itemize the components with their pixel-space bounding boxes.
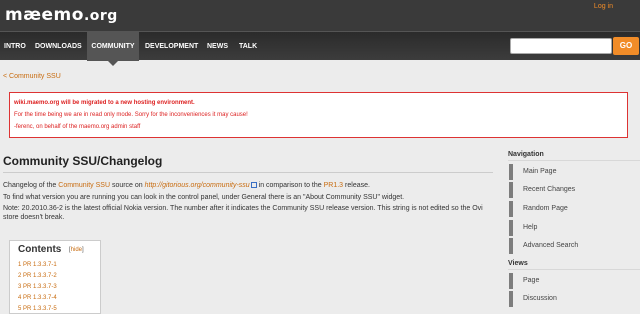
toc-item[interactable]: 2 PR 1.3.3.7-2 [18, 273, 57, 279]
sidebar-item-label: Recent Changes [523, 186, 576, 193]
intro-text-a: Changelog of the [3, 182, 59, 189]
pr13-link[interactable]: PR1.3 [324, 182, 343, 189]
toc-hide-close: ] [82, 247, 84, 253]
toc-item[interactable]: 5 PR 1.3.3.7-5 [18, 306, 57, 312]
community-ssu-link[interactable]: Community SSU [58, 182, 110, 189]
sidebar-item-page[interactable]: Page [509, 273, 640, 289]
sidebar-item-label: Help [523, 224, 538, 231]
sidebar-item-label: Discussion [523, 295, 557, 302]
title-divider [3, 172, 493, 173]
toc-item[interactable]: 1 PR 1.3.3.7-1 [18, 262, 57, 268]
sidebar-item-advanced-search[interactable]: Advanced Search [509, 238, 640, 254]
toc-title: Contents [18, 244, 62, 255]
search-go-button[interactable]: GO [613, 37, 639, 55]
notice-line-3: -ferenc, on behalf of the maemo.org admi… [14, 124, 141, 130]
sidebar-item-random-page[interactable]: Random Page [509, 201, 640, 217]
notice-line-2: For the time being we are in read only m… [14, 112, 248, 118]
sidebar-item-label: Advanced Search [523, 242, 579, 249]
page-title: Community SSU/Changelog [3, 154, 163, 168]
nav-development[interactable]: DEVELOPMENT [141, 32, 202, 61]
notice-line-1: wiki.maemo.org will be migrated to a new… [14, 100, 195, 106]
sidebar-item-recent-changes[interactable]: Recent Changes [509, 182, 640, 198]
nav-community[interactable]: COMMUNITY [87, 32, 139, 66]
toc-hide-link[interactable]: hide [71, 247, 82, 253]
table-of-contents: Contents [hide] 1 PR 1.3.3.7-1 2 PR 1.3.… [9, 240, 101, 314]
views-heading: Views [508, 260, 528, 267]
navigation-heading: Navigation [508, 151, 544, 158]
main-nav: INTRO DOWNLOADS COMMUNITY DEVELOPMENT NE… [0, 31, 640, 66]
nav-downloads[interactable]: DOWNLOADS [31, 32, 86, 61]
sidebar-item-label: Page [523, 277, 540, 284]
logo-text: mæemo [5, 5, 84, 25]
nav-news[interactable]: NEWS [203, 32, 232, 61]
logo-tld: .org [83, 8, 118, 24]
maemo-logo[interactable]: mæemo.org [5, 4, 118, 27]
nav-intro[interactable]: INTRO [0, 32, 30, 61]
sidebar-divider [508, 160, 640, 161]
toc-item[interactable]: 3 PR 1.3.3.7-3 [18, 284, 57, 290]
toc-hide-toggle: [hide] [69, 247, 84, 253]
intro-text-d: release. [343, 182, 370, 189]
search-input[interactable] [510, 38, 612, 54]
toc-item[interactable]: 4 PR 1.3.3.7-4 [18, 295, 57, 301]
gitorious-link[interactable]: http://gitorious.org/community-ssu [145, 182, 250, 189]
sidebar-item-discussion[interactable]: Discussion [509, 291, 640, 307]
breadcrumb[interactable]: < Community SSU [3, 73, 61, 80]
login-link[interactable]: Log in [594, 3, 613, 10]
intro-text-c: in comparison to the [256, 182, 324, 189]
intro-paragraph: Changelog of the Community SSU source on… [3, 181, 493, 190]
sidebar-item-main-page[interactable]: Main Page [509, 164, 640, 180]
sidebar-item-label: Random Page [523, 205, 568, 212]
top-header: mæemo.org Log in [0, 0, 640, 31]
intro-text-b: source on [110, 182, 145, 189]
version-paragraph: To find what version you are running you… [3, 194, 405, 201]
migration-notice: wiki.maemo.org will be migrated to a new… [9, 92, 628, 138]
sidebar-divider [508, 269, 640, 270]
sidebar-item-label: Main Page [523, 168, 557, 175]
sidebar-item-help[interactable]: Help [509, 220, 640, 236]
nav-talk[interactable]: TALK [235, 32, 261, 61]
note-paragraph: Note: 20.2010.36-2 is the latest officia… [3, 205, 483, 221]
